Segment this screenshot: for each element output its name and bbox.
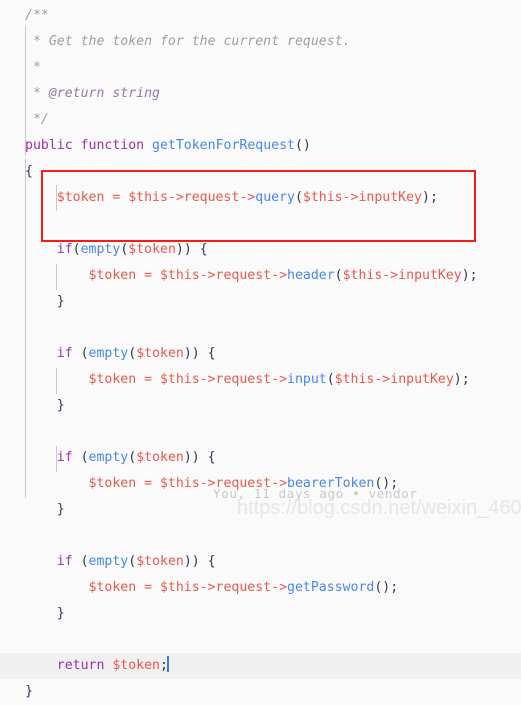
code-line[interactable]: } [0, 679, 521, 705]
code-line-active[interactable]: return $token; [0, 653, 521, 679]
doc-tag-token: @return string [48, 86, 160, 101]
variable-token: $token = $this->request-> [25, 268, 288, 283]
variable-token: $this->inputKey [342, 268, 462, 283]
punctuation-token: ( [72, 346, 89, 361]
code-line[interactable]: } [0, 393, 521, 419]
function-name-token: empty [80, 242, 121, 257]
code-line-blank[interactable] [0, 211, 521, 237]
variable-token: $token [136, 346, 184, 361]
punctuation-token: () [294, 138, 311, 153]
punctuation-token: ( [72, 450, 89, 465]
indent-token [25, 242, 57, 257]
keyword-token: if [56, 554, 73, 569]
code-line[interactable]: * [0, 55, 521, 81]
variable-token: $token = $this->request-> [25, 580, 288, 595]
punctuation-token: ( [128, 554, 137, 569]
punctuation-token: )) { [175, 242, 208, 257]
variable-token: $token = $this->request-> [25, 372, 288, 387]
method-name-token: getPassword [287, 580, 375, 595]
punctuation-token: ); [453, 372, 470, 387]
code-line[interactable]: } [0, 601, 521, 627]
punctuation-token: ( [294, 190, 303, 205]
code-line-blank[interactable] [0, 523, 521, 549]
comment-token: */ [25, 112, 49, 127]
code-line[interactable]: public function getTokenForRequest() [0, 133, 521, 159]
variable-token: $token [136, 554, 184, 569]
code-line[interactable]: if (empty($token)) { [0, 445, 521, 471]
indent-token [25, 450, 57, 465]
punctuation-token: ( [128, 346, 137, 361]
punctuation-token: ( [128, 450, 137, 465]
punctuation-token: )) { [183, 554, 216, 569]
code-editor[interactable]: /** * Get the token for the current requ… [0, 0, 521, 699]
code-line-blank[interactable] [0, 419, 521, 445]
variable-token: $this->inputKey [302, 190, 422, 205]
keyword-token: if [56, 450, 73, 465]
code-line-blank[interactable] [0, 315, 521, 341]
comment-token: * [25, 60, 41, 75]
code-line[interactable]: $token = $this->request->getPassword(); [0, 575, 521, 601]
punctuation-token: ( [72, 242, 81, 257]
code-line[interactable]: * @return string [0, 81, 521, 107]
punctuation-token: } [25, 606, 65, 621]
method-name-token: query [255, 190, 295, 205]
code-line[interactable]: { [0, 159, 521, 185]
function-name-token: empty [88, 346, 129, 361]
variable-token: $token [112, 658, 160, 673]
comment-token: * [25, 86, 49, 101]
code-line-blank[interactable] [0, 627, 521, 653]
code-line[interactable]: $token = $this->request->header($this->i… [0, 263, 521, 289]
punctuation-token: ( [326, 372, 335, 387]
indent-token [25, 346, 57, 361]
keyword-token: if [56, 242, 73, 257]
watermark-text: https://blog.csdn.net/weixin_46044420 [237, 497, 521, 519]
punctuation-token: )) { [183, 346, 216, 361]
keyword-token: if [56, 346, 73, 361]
punctuation-token: } [25, 684, 33, 699]
punctuation-token: } [25, 502, 65, 517]
indent-token [25, 554, 57, 569]
keyword-token: return [56, 658, 105, 673]
code-line[interactable]: if (empty($token)) { [0, 341, 521, 367]
variable-token: $token [136, 450, 184, 465]
code-line[interactable]: } [0, 289, 521, 315]
method-name-token: header [287, 268, 335, 283]
punctuation-token: } [25, 398, 65, 413]
function-name-token: empty [88, 554, 129, 569]
variable-token: $token [128, 242, 176, 257]
code-line[interactable]: $token = $this->request->input($this->in… [0, 367, 521, 393]
keyword-token: public function [25, 138, 153, 153]
text-caret [166, 656, 169, 672]
function-name-token: empty [88, 450, 129, 465]
method-name-token: input [287, 372, 327, 387]
code-line[interactable]: /** [0, 3, 521, 29]
code-line[interactable]: $token = $this->request->query($this->in… [0, 185, 521, 211]
variable-token: $this->inputKey [334, 372, 454, 387]
function-name-token: getTokenForRequest [152, 138, 295, 153]
punctuation-token: ); [461, 268, 478, 283]
punctuation-token: )) { [183, 450, 216, 465]
punctuation-token: ); [422, 190, 438, 205]
punctuation-token: { [25, 164, 33, 179]
code-line[interactable]: if (empty($token)) { [0, 549, 521, 575]
punctuation-token: ( [334, 268, 343, 283]
indent-token [25, 658, 57, 673]
code-line[interactable]: */ [0, 107, 521, 133]
comment-token: /** [25, 8, 49, 23]
code-line[interactable]: * Get the token for the current request. [0, 29, 521, 55]
code-content[interactable]: /** * Get the token for the current requ… [0, 0, 521, 705]
code-line[interactable]: if(empty($token)) { [0, 237, 521, 263]
variable-token: $token = $this->request-> [25, 190, 256, 205]
punctuation-token: (); [374, 580, 399, 595]
comment-token: * Get the token for the current request. [25, 34, 351, 49]
punctuation-token: ( [72, 554, 89, 569]
punctuation-token: } [25, 294, 65, 309]
